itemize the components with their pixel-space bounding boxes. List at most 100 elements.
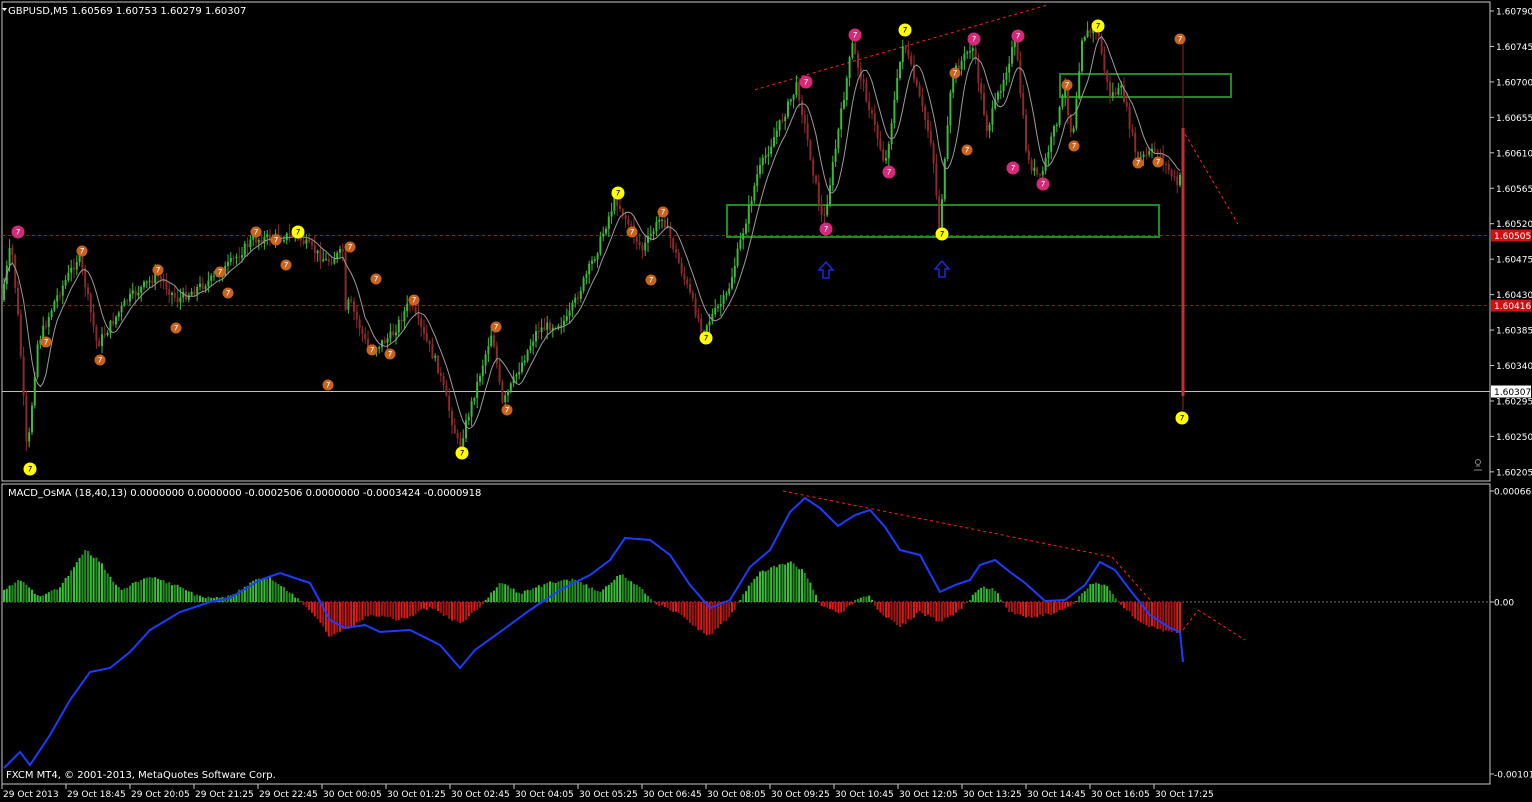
trading-chart[interactable]: 1.60790 1.60745 1.60700 1.60655 1.60610 1.605…: [0, 0, 1532, 802]
candle-body: [67, 272, 70, 281]
candle-body: [1114, 92, 1117, 95]
candle-body: [445, 385, 448, 396]
candle-body: [14, 255, 17, 289]
candle-body: [509, 383, 512, 391]
candle-body: [1008, 63, 1011, 73]
hist-bar-positive: [602, 589, 605, 602]
candle-body: [731, 277, 733, 289]
candle-body: [579, 290, 582, 299]
hist-bar-negative: [655, 602, 658, 605]
hist-bar-positive: [526, 589, 529, 602]
hist-bar-positive: [610, 582, 613, 602]
price-label: 1.60205: [1496, 468, 1532, 478]
candle-body: [423, 327, 425, 334]
candle-body: [327, 259, 330, 263]
candle-body: [537, 331, 540, 333]
hist-bar-positive: [806, 578, 809, 602]
hist-bar-positive: [87, 550, 89, 602]
candle-body: [131, 290, 134, 294]
candle-body: [691, 292, 694, 299]
candle-body: [1106, 70, 1109, 82]
candle-body: [1002, 79, 1005, 92]
candle-body: [845, 78, 848, 100]
candle-body: [263, 236, 266, 244]
candle-body: [980, 83, 983, 94]
candle-body: [227, 261, 229, 266]
hist-bar-positive: [145, 577, 148, 602]
candle-body: [775, 130, 778, 138]
hist-bar-positive: [120, 589, 123, 602]
price-label: 1.60250: [1496, 433, 1532, 443]
price-axis: 1.60790 1.60745 1.60700 1.60655 1.60610 1.605…: [1490, 8, 1532, 478]
indicator-pane[interactable]: 0.000660 0.00 -0.001015 MACD_OsMA (18,40,1…: [1, 483, 1532, 785]
candle-body: [963, 53, 966, 61]
candle-body: [1069, 114, 1072, 132]
candle-body: [1170, 170, 1173, 177]
candle-body: [801, 100, 803, 115]
candle-body: [927, 119, 929, 131]
candle-body: [313, 245, 316, 254]
hist-bar-negative: [1125, 602, 1128, 611]
hist-bar-positive: [495, 587, 498, 602]
candle-body: [11, 247, 14, 256]
hist-bar-negative: [1041, 602, 1044, 617]
hist-bar-negative: [728, 602, 731, 618]
candle-body: [630, 224, 633, 226]
candle-body: [117, 312, 120, 317]
hist-bar-positive: [798, 569, 801, 602]
hist-bar-negative: [848, 602, 851, 606]
hist-bar-negative: [1064, 602, 1067, 609]
candle-body: [417, 313, 420, 319]
time-label: 30 Oct 13:25: [963, 790, 1022, 800]
candle-body: [686, 279, 689, 285]
candle-body: [112, 321, 115, 325]
hist-bar-positive: [25, 584, 28, 602]
hist-bar-negative: [456, 602, 459, 622]
hist-bar-positive: [787, 562, 789, 602]
hist-bar-negative: [663, 602, 666, 607]
candle-body: [1055, 124, 1058, 127]
hist-bar-positive: [36, 595, 39, 602]
hist-bar-negative: [1137, 602, 1139, 621]
candle-body: [1120, 85, 1123, 88]
hist-bar-negative: [1058, 602, 1061, 611]
hist-bar-positive: [193, 595, 196, 602]
time-label: 30 Oct 02:45: [451, 790, 510, 800]
candle-body: [213, 275, 215, 277]
candle-body: [1083, 36, 1086, 41]
hist-bar-positive: [285, 590, 288, 602]
candle-body: [465, 420, 467, 439]
hist-bar-positive: [509, 588, 512, 602]
candle-body: [739, 239, 742, 249]
hist-bar-positive: [563, 579, 565, 602]
candle-body: [988, 124, 991, 131]
hist-bar-positive: [540, 586, 543, 602]
candle-body: [532, 341, 535, 346]
hist-bar-positive: [5, 588, 8, 602]
hist-bar-positive: [61, 582, 64, 602]
candle-body: [17, 288, 19, 315]
hist-bar-positive: [753, 578, 756, 602]
hist-bar-negative: [1025, 602, 1027, 618]
hist-bar-negative: [316, 602, 319, 620]
time-label: 30 Oct 17:25: [1155, 790, 1214, 800]
hist-bar-positive: [70, 570, 73, 602]
hist-bar-negative: [1072, 602, 1075, 605]
candle-body: [479, 376, 481, 382]
candle-body: [672, 238, 675, 250]
hist-bar-positive: [1097, 583, 1100, 602]
hist-bar-positive: [490, 592, 493, 602]
hist-bar-negative: [428, 602, 431, 607]
candle-body: [1030, 160, 1033, 171]
candle-body: [1081, 40, 1083, 72]
time-label: 30 Oct 09:25: [771, 790, 830, 800]
price-pane[interactable]: 1.60790 1.60745 1.60700 1.60655 1.60610 1.605…: [1, 1, 1532, 482]
candle-body: [8, 247, 11, 266]
hist-bar-positive: [1083, 591, 1086, 602]
candle-body: [599, 236, 602, 254]
hist-bar-negative: [1053, 602, 1055, 614]
hist-bar-negative: [907, 602, 910, 620]
candle-body: [411, 305, 414, 307]
hist-bar-negative: [1030, 602, 1033, 618]
candle-body: [787, 101, 789, 117]
